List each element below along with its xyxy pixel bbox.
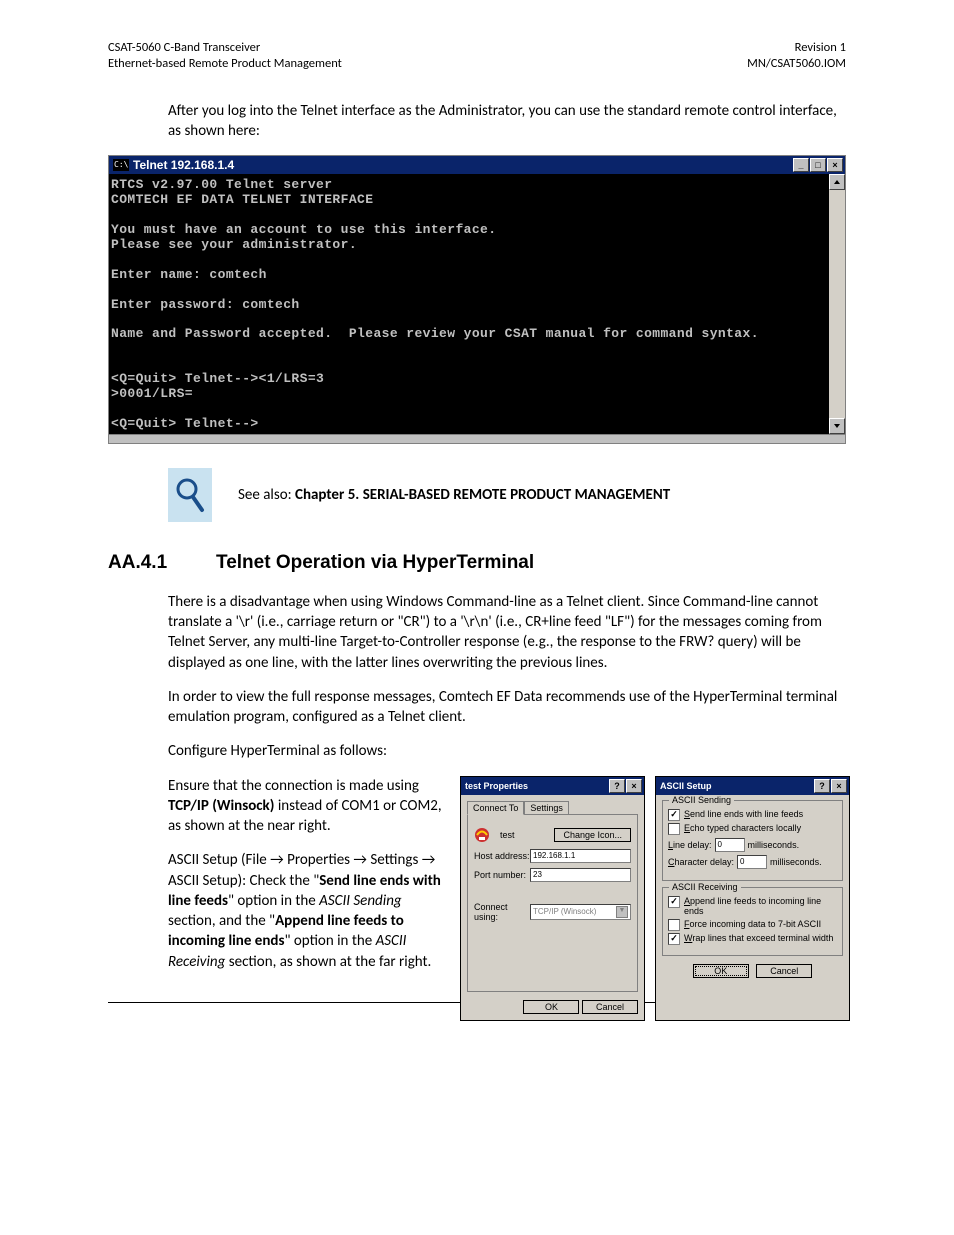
header-revision: Revision 1 [747,40,846,56]
magnifier-icon [168,468,212,522]
header-subtitle: Ethernet-based Remote Product Management [108,56,342,72]
cmd-icon: C:\ [113,159,129,171]
line-delay-input[interactable]: 0 [715,838,745,852]
section-heading: AA.4.1Telnet Operation via HyperTerminal [108,552,846,574]
section-number: AA.4.1 [108,552,216,574]
tab-connect-to[interactable]: Connect To [467,801,524,815]
telnet-titlebar: C:\ Telnet 192.168.1.4 _ □ × [109,156,845,174]
cancel-button[interactable]: Cancel [582,1000,638,1014]
checkbox-echo-typed[interactable] [668,823,680,835]
host-address-input[interactable]: 192.168.1.1 [530,849,631,863]
scroll-track[interactable] [829,190,845,418]
scroll-down-icon[interactable] [829,418,845,434]
maximize-button[interactable]: □ [810,158,826,172]
config-instructions: Ensure that the connection is made using… [168,776,448,972]
scrollbar[interactable] [829,174,845,434]
group-ascii-receiving: ASCII Receiving ✓Append line feeds to in… [662,887,843,957]
char-delay-label: haracter delay: [675,857,735,867]
paragraph-3: Configure HyperTerminal as follows: [168,741,846,761]
cancel-button[interactable]: Cancel [756,964,812,978]
group-ascii-sending: ASCII Sending ✓Send line ends with line … [662,800,843,881]
paragraph-2: In order to view the full response messa… [168,687,846,728]
intro-paragraph: After you log into the Telnet interface … [168,101,846,142]
telnet-statusbar [109,434,845,443]
checkbox-force-7bit[interactable] [668,919,680,931]
header-docid: MN/CSAT5060.IOM [747,56,846,72]
section-title: Telnet Operation via HyperTerminal [216,552,534,573]
close-button[interactable]: × [827,158,843,172]
checkbox-wrap-lines[interactable]: ✓ [668,933,680,945]
help-button[interactable]: ? [609,779,625,793]
connect-using-select[interactable]: TCP/IP (Winsock)▼ [530,904,631,920]
help-button[interactable]: ? [814,779,830,793]
port-number-input[interactable]: 23 [530,868,631,882]
connect-using-label: Connect using: [474,902,530,922]
chk1-label: end line ends with line feeds [690,809,803,819]
page-header: CSAT-5060 C-Band Transceiver Ethernet-ba… [108,40,846,73]
chk4-label: orce incoming data to 7-bit ASCII [690,919,822,929]
char-delay-input[interactable]: 0 [737,855,767,869]
dialog-ascii-setup: ASCII Setup ? × ASCII Sending ✓Send line… [655,776,850,1021]
ok-button[interactable]: OK [523,1000,579,1014]
header-product: CSAT-5060 C-Band Transceiver [108,40,342,56]
dialog1-titlebar: test Properties ? × [461,777,644,795]
tab-settings[interactable]: Settings [524,801,569,814]
dialog2-titlebar: ASCII Setup ? × [656,777,849,795]
change-icon-button[interactable]: Change Icon... [554,828,631,842]
tabs: Connect ToSettings [467,800,638,814]
port-label: Port number: [474,870,530,880]
see-also-text: See also: Chapter 5. SERIAL-BASED REMOTE… [238,486,670,504]
see-also-row: See also: Chapter 5. SERIAL-BASED REMOTE… [168,468,846,522]
close-button[interactable]: × [626,779,642,793]
scroll-up-icon[interactable] [829,174,845,190]
telnet-title-text: Telnet 192.168.1.4 [133,158,234,172]
close-button[interactable]: × [831,779,847,793]
ok-button[interactable]: OK [693,964,749,978]
telnet-output: RTCS v2.97.00 Telnet server COMTECH EF D… [109,174,829,434]
minimize-button[interactable]: _ [793,158,809,172]
telnet-window: C:\ Telnet 192.168.1.4 _ □ × RTCS v2.97.… [108,155,846,444]
checkbox-append-line-feeds[interactable]: ✓ [668,896,680,908]
dialog-test-properties: test Properties ? × Connect ToSettings t… [460,776,645,1021]
checkbox-send-line-ends[interactable]: ✓ [668,809,680,821]
chevron-down-icon: ▼ [616,906,628,918]
chk5-label: rap lines that exceed terminal width [692,933,833,943]
chk2-label: cho typed characters locally [690,823,801,833]
line-delay-label: ine delay: [673,840,712,850]
connection-icon [474,826,496,844]
host-label: Host address: [474,851,530,861]
chk3-label: ppend line feeds to incoming line ends [684,896,821,917]
paragraph-1: There is a disadvantage when using Windo… [168,592,846,673]
connection-name: test [500,830,515,840]
